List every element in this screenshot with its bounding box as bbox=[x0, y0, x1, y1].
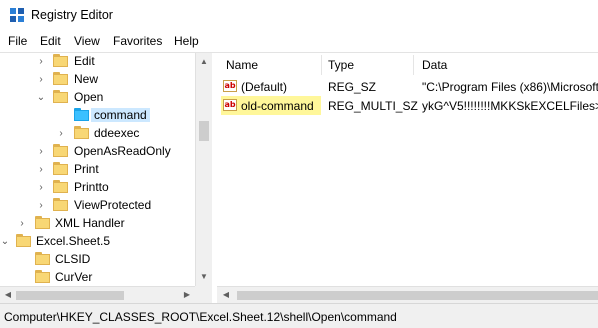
tree-item-open[interactable]: ⌄ Open bbox=[0, 89, 195, 107]
tree-item-label: ViewProtected bbox=[74, 198, 152, 212]
title-bar: Registry Editor bbox=[0, 0, 598, 30]
tree-item-excel-sheet-5[interactable]: ⌄ Excel.Sheet.5 bbox=[0, 233, 195, 251]
scrollbar-thumb[interactable] bbox=[16, 291, 124, 300]
menu-file[interactable]: File bbox=[8, 34, 27, 48]
folder-icon bbox=[53, 54, 68, 67]
tree-item-edit[interactable]: › Edit bbox=[0, 53, 195, 71]
folder-open-icon bbox=[74, 108, 89, 121]
chevron-right-icon[interactable]: › bbox=[36, 75, 46, 85]
value-type: REG_MULTI_SZ bbox=[328, 99, 418, 113]
folder-icon bbox=[35, 216, 50, 229]
tree-item-label: New bbox=[74, 72, 99, 86]
tree-item-print[interactable]: › Print bbox=[0, 161, 195, 179]
value-row-old-command[interactable]: ab old-command REG_MULTI_SZ ykG^V5!!!!!!… bbox=[217, 96, 598, 115]
menu-favorites[interactable]: Favorites bbox=[113, 34, 162, 48]
registry-editor-icon bbox=[10, 8, 24, 22]
folder-icon bbox=[53, 198, 68, 211]
chevron-right-icon[interactable]: › bbox=[36, 201, 46, 211]
tree-item-label: ddeexec bbox=[94, 126, 140, 140]
value-name: old-command bbox=[241, 99, 314, 113]
tree-item-openasreadonly[interactable]: › OpenAsReadOnly bbox=[0, 143, 195, 161]
tree-item-curver[interactable]: CurVer bbox=[0, 269, 195, 286]
folder-icon bbox=[53, 72, 68, 85]
tree-item-label: Print bbox=[74, 162, 99, 176]
menu-view[interactable]: View bbox=[74, 34, 100, 48]
tree-item-xml-handler[interactable]: › XML Handler bbox=[0, 215, 195, 233]
folder-icon bbox=[53, 180, 68, 193]
scroll-down-arrow-icon[interactable]: ▼ bbox=[199, 272, 209, 282]
scroll-left-arrow-icon[interactable]: ◀ bbox=[2, 289, 14, 301]
chevron-down-icon[interactable]: ⌄ bbox=[36, 93, 46, 103]
folder-icon bbox=[74, 126, 89, 139]
menu-bar: File Edit View Favorites Help bbox=[0, 31, 598, 51]
menu-help[interactable]: Help bbox=[174, 34, 199, 48]
tree-item-viewprotected[interactable]: › ViewProtected bbox=[0, 197, 195, 215]
tree-item-ddeexec[interactable]: › ddeexec bbox=[0, 125, 195, 143]
window-title: Registry Editor bbox=[31, 8, 113, 22]
scroll-left-arrow-icon[interactable]: ◀ bbox=[220, 289, 232, 301]
folder-icon bbox=[53, 162, 68, 175]
tree-item-label: OpenAsReadOnly bbox=[74, 144, 171, 158]
value-row-default[interactable]: ab (Default) REG_SZ "C:\Program Files (x… bbox=[217, 77, 598, 96]
scrollbar-thumb[interactable] bbox=[237, 291, 598, 300]
tree-item-clsid[interactable]: CLSID bbox=[0, 251, 195, 269]
tree-item-label: CurVer bbox=[55, 270, 93, 284]
folder-icon bbox=[53, 90, 68, 103]
string-value-icon: ab bbox=[223, 80, 237, 92]
tree-item-new[interactable]: › New bbox=[0, 71, 195, 89]
scrollbar-corner bbox=[195, 286, 212, 303]
column-header-data[interactable]: Data bbox=[422, 58, 447, 72]
column-header-name[interactable]: Name bbox=[226, 58, 258, 72]
value-data: ykG^V5!!!!!!!!MKKSkEXCELFiles>V bbox=[422, 99, 598, 113]
current-key-path: Computer\HKEY_CLASSES_ROOT\Excel.Sheet.1… bbox=[4, 310, 397, 324]
tree-horizontal-scrollbar[interactable]: ◀ ▶ bbox=[0, 286, 195, 303]
scroll-up-arrow-icon[interactable]: ▲ bbox=[199, 57, 209, 67]
scrollbar-thumb[interactable] bbox=[199, 121, 209, 141]
chevron-right-icon[interactable]: › bbox=[56, 129, 66, 139]
tree-item-label: Edit bbox=[74, 54, 95, 68]
tree-item-label: CLSID bbox=[55, 252, 91, 266]
column-header-type[interactable]: Type bbox=[328, 58, 354, 72]
column-divider[interactable] bbox=[321, 55, 322, 75]
tree-vertical-scrollbar[interactable]: ▲ ▼ bbox=[195, 53, 212, 286]
chevron-right-icon[interactable]: › bbox=[36, 147, 46, 157]
chevron-right-icon[interactable]: › bbox=[36, 183, 46, 193]
folder-icon bbox=[16, 234, 31, 247]
status-bar: Computer\HKEY_CLASSES_ROOT\Excel.Sheet.1… bbox=[0, 303, 598, 328]
folder-icon bbox=[35, 252, 50, 265]
tree-item-command[interactable]: command bbox=[0, 107, 195, 125]
column-divider[interactable] bbox=[413, 55, 414, 75]
registry-tree[interactable]: › Edit › New ⌄ Open command › ddeexec › … bbox=[0, 53, 212, 286]
chevron-right-icon[interactable]: › bbox=[17, 219, 27, 229]
tree-item-printto[interactable]: › Printto bbox=[0, 179, 195, 197]
folder-icon bbox=[35, 270, 50, 283]
tree-item-label: command bbox=[91, 108, 150, 122]
folder-icon bbox=[53, 144, 68, 157]
chevron-right-icon[interactable]: › bbox=[36, 165, 46, 175]
value-data: "C:\Program Files (x86)\Microsoft bbox=[422, 80, 598, 94]
value-name: (Default) bbox=[241, 80, 288, 94]
chevron-down-icon[interactable]: ⌄ bbox=[0, 237, 10, 247]
tree-item-label: Open bbox=[74, 90, 104, 104]
chevron-right-icon[interactable]: › bbox=[36, 57, 46, 67]
list-horizontal-scrollbar[interactable]: ◀ bbox=[217, 286, 598, 303]
tree-item-label: Printto bbox=[74, 180, 109, 194]
menu-edit[interactable]: Edit bbox=[40, 34, 61, 48]
value-type: REG_SZ bbox=[328, 80, 377, 94]
scroll-right-arrow-icon[interactable]: ▶ bbox=[181, 289, 193, 301]
values-list[interactable]: Name Type Data ab (Default) REG_SZ "C:\P… bbox=[217, 53, 598, 286]
tree-item-label: Excel.Sheet.5 bbox=[36, 234, 111, 248]
string-value-icon: ab bbox=[223, 99, 237, 111]
tree-item-label: XML Handler bbox=[55, 216, 125, 230]
